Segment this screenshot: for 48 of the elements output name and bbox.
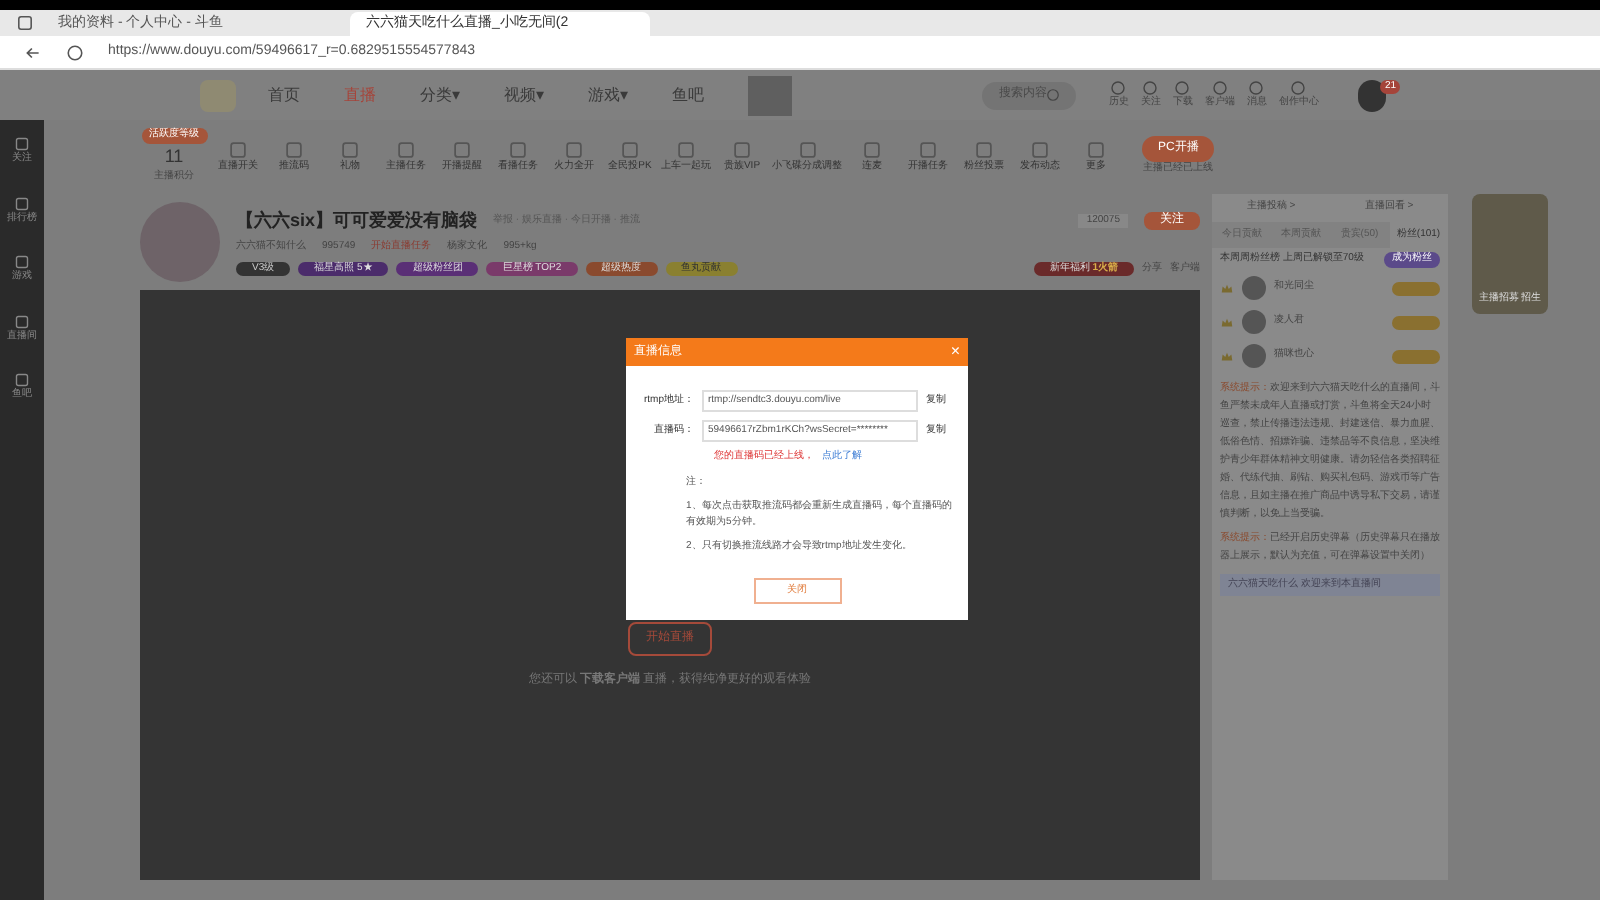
- header-icon: [1248, 79, 1265, 96]
- sidebar-icon: [14, 254, 30, 270]
- banner-image: [747, 75, 793, 115]
- header-icon: [1211, 79, 1228, 96]
- tool-icon: [620, 140, 640, 160]
- nav-link[interactable]: 视频▾: [503, 83, 544, 107]
- tool-icon: [452, 140, 472, 160]
- tool-icon: [862, 140, 882, 160]
- crown-icon: [1220, 315, 1234, 329]
- nav-link[interactable]: 鱼吧: [671, 83, 704, 107]
- tool-icon: [797, 140, 817, 160]
- tool-icon: [918, 140, 938, 160]
- tool-icon: [1086, 140, 1106, 160]
- room-title: 【六六six】可可爱爱没有脑袋: [236, 207, 478, 234]
- sidebar-icon: [14, 372, 30, 388]
- fan-medal: [1392, 281, 1440, 295]
- sidebar-icon: [14, 195, 30, 211]
- fan-medal: [1392, 315, 1440, 329]
- score-value: 11: [164, 143, 184, 170]
- tool-icon: [564, 140, 584, 160]
- nav-link[interactable]: 游戏▾: [587, 83, 628, 107]
- nav-link[interactable]: 首页: [267, 83, 300, 107]
- tool-icon: [340, 140, 360, 160]
- avatar: [1242, 276, 1266, 300]
- tool-icon: [396, 140, 416, 160]
- close-button[interactable]: ×: [950, 344, 960, 360]
- header-icon: [1290, 79, 1307, 96]
- tool-icon: [1030, 140, 1050, 160]
- avatar[interactable]: [1358, 79, 1387, 111]
- avatar: [140, 202, 220, 282]
- crown-icon: [1220, 281, 1234, 295]
- tool-icon: [974, 140, 994, 160]
- search-icon: [1046, 88, 1061, 102]
- reload-icon: [66, 43, 84, 61]
- tool-icon: [284, 140, 304, 160]
- tab-icon: [16, 14, 34, 32]
- avatar: [1242, 344, 1266, 368]
- tool-icon: [676, 140, 696, 160]
- nav-link[interactable]: 分类▾: [419, 83, 460, 107]
- avatar: [1242, 310, 1266, 334]
- sidebar-icon: [14, 313, 30, 329]
- tool-icon: [508, 140, 528, 160]
- tool-icon: [228, 140, 248, 160]
- sidebar-icon: [14, 136, 30, 152]
- back-icon: [24, 43, 42, 61]
- fan-medal: [1392, 349, 1440, 363]
- crown-icon: [1220, 349, 1234, 363]
- tool-icon: [732, 140, 752, 160]
